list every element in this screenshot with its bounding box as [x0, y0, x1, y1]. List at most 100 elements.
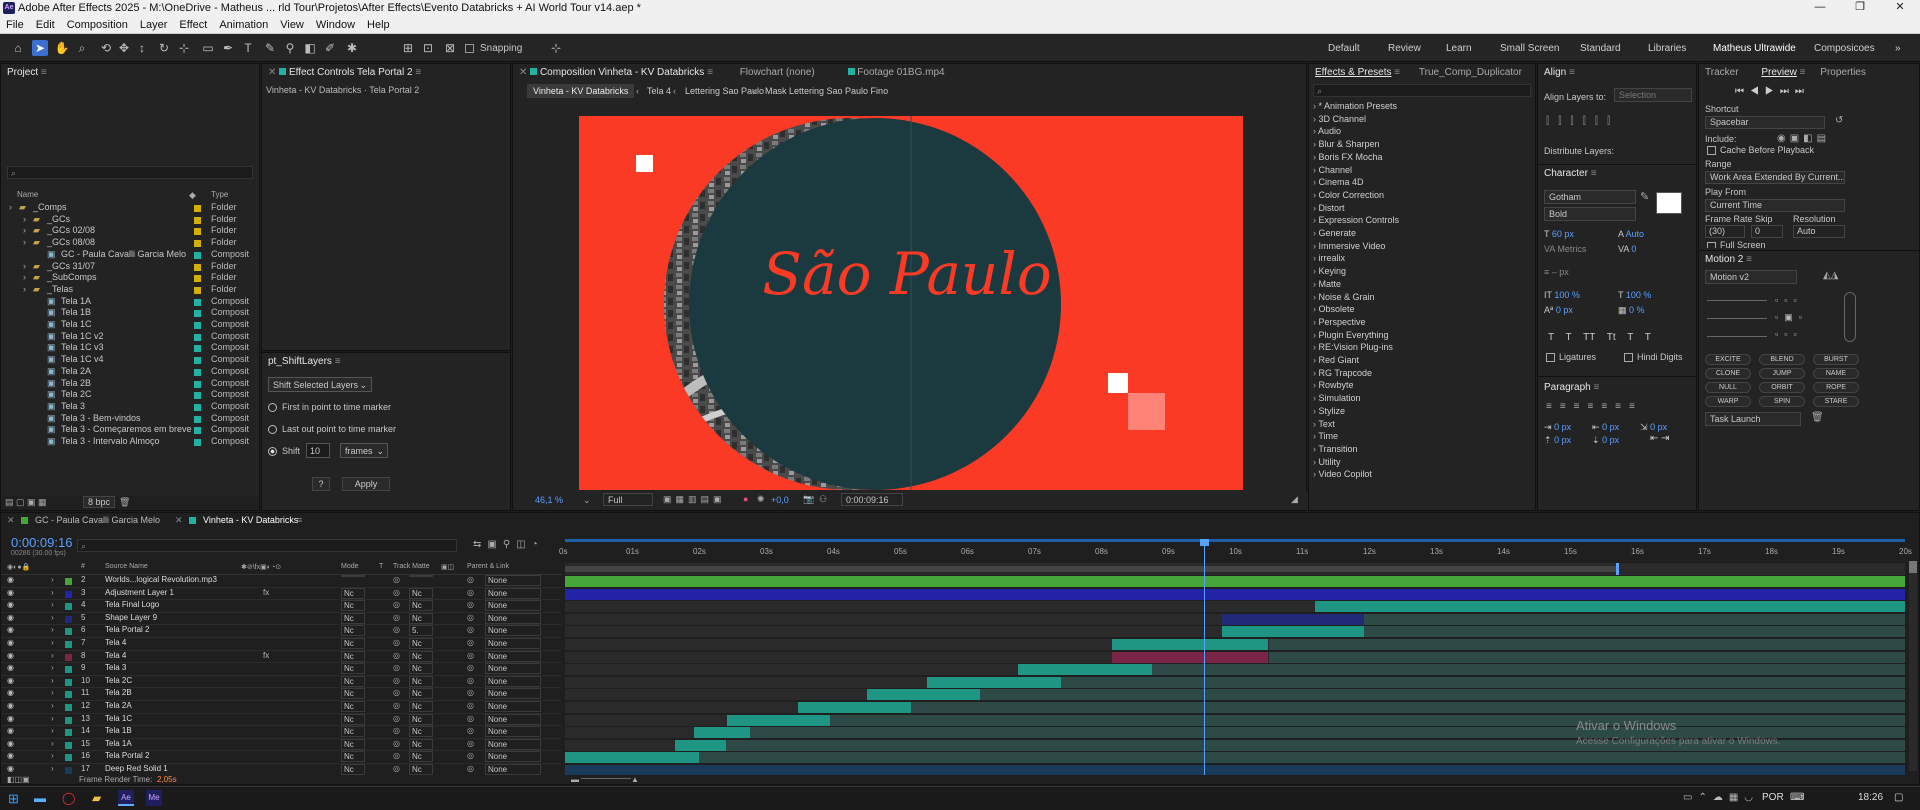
parent-pickwhip-icon[interactable]: ◎: [467, 701, 474, 710]
label-color-icon[interactable]: [194, 228, 201, 236]
tab-tracker[interactable]: Tracker: [1705, 67, 1739, 78]
layer-mode-dropdown[interactable]: Nc: [341, 675, 365, 687]
column-parent-link[interactable]: Parent & Link: [467, 563, 509, 570]
layer-label-color[interactable]: [65, 767, 72, 774]
visibility-eye-icon[interactable]: ◉: [7, 600, 14, 609]
breadcrumb-tela4[interactable]: Tela 4: [647, 86, 671, 96]
tab-composition[interactable]: Composition Vinheta - KV Databricks: [540, 67, 704, 78]
layer-label-color[interactable]: [65, 666, 72, 674]
shift-value-input[interactable]: 10: [306, 443, 330, 458]
close-tab-icon[interactable]: ✕: [175, 515, 183, 526]
label-color-icon[interactable]: [194, 263, 201, 271]
layer-mode-dropdown[interactable]: Nc: [341, 625, 365, 637]
layer-duration-bar[interactable]: [798, 702, 911, 713]
layer-row[interactable]: ◉ › 8 Tela 4 fx Nc ◎ Nc ◎ None: [1, 650, 561, 664]
workspace-composicoes[interactable]: Composicoes: [1814, 43, 1875, 54]
layer-mode-dropdown[interactable]: Nc: [341, 701, 365, 712]
task-launch-dropdown[interactable]: Task Launch: [1705, 412, 1801, 426]
mountain-graph-icon[interactable]: ◭◮: [1823, 270, 1838, 281]
layer-label-color[interactable]: [65, 603, 72, 611]
layer-row[interactable]: ◉ › 5 Shape Layer 9 Nc ◎ Nc ◎ None: [1, 612, 561, 626]
column-name-header[interactable]: Name: [17, 190, 38, 199]
column-number[interactable]: #: [81, 563, 85, 570]
label-color-icon[interactable]: [194, 427, 201, 435]
effect-category[interactable]: › RE:Vision Plug-ins: [1313, 342, 1393, 352]
workspace-small-screen[interactable]: Small Screen: [1500, 43, 1559, 54]
parent-pickwhip-icon[interactable]: ◎: [467, 764, 474, 773]
menu-effect[interactable]: Effect: [173, 17, 213, 33]
all-caps-button[interactable]: TT: [1583, 332, 1595, 343]
effect-category[interactable]: › Red Giant: [1313, 355, 1359, 365]
layer-track-matte-dropdown[interactable]: Nc: [409, 726, 433, 738]
menu-window[interactable]: Window: [310, 17, 361, 33]
panel-menu-icon[interactable]: ≡: [297, 515, 302, 525]
shift-mode-dropdown[interactable]: Shift Selected Layers ⌄: [268, 377, 372, 392]
prev-frame-icon[interactable]: ◀: [1750, 86, 1765, 97]
workspace-review[interactable]: Review: [1388, 43, 1421, 54]
character-title[interactable]: Character: [1544, 168, 1588, 179]
align-title[interactable]: Align: [1544, 67, 1566, 78]
effect-category[interactable]: › Perspective: [1313, 317, 1366, 327]
layer-parent-dropdown[interactable]: None: [485, 764, 541, 775]
layer-track-matte-dropdown[interactable]: Nc: [409, 675, 433, 687]
tab-true-comp-duplicator[interactable]: True_Comp_Duplicator: [1419, 67, 1522, 78]
eyedropper-icon[interactable]: ✎: [1640, 190, 1649, 203]
layer-row[interactable]: ◉ › 7 Tela 4 Nc ◎ Nc ◎ None: [1, 638, 561, 651]
effect-category[interactable]: › Video Copilot: [1313, 469, 1372, 479]
trash-icon[interactable]: 🗑: [1811, 412, 1824, 423]
layer-duration-bar[interactable]: [565, 765, 1905, 775]
small-caps-button[interactable]: Tt: [1607, 332, 1616, 343]
layer-track-matte-dropdown[interactable]: Nc: [409, 688, 433, 700]
desktop-app-icon[interactable]: ▬: [34, 791, 46, 805]
layer-duration-bar[interactable]: [565, 588, 1905, 600]
column-track-matte[interactable]: Track Matte: [393, 563, 430, 570]
label-color-icon[interactable]: [194, 286, 201, 294]
matte-pickwhip-icon[interactable]: ◎: [393, 714, 400, 723]
expand-arrow-icon[interactable]: ›: [9, 202, 12, 212]
expand-arrow-icon[interactable]: ›: [23, 214, 26, 224]
close-button[interactable]: ✕: [1880, 0, 1920, 17]
layer-mode-dropdown[interactable]: Nc: [341, 751, 365, 763]
effect-category[interactable]: › Expression Controls: [1313, 215, 1399, 225]
parent-pickwhip-icon[interactable]: ◎: [467, 638, 474, 647]
tab-properties[interactable]: Properties: [1820, 67, 1866, 78]
label-color-icon[interactable]: [194, 392, 201, 400]
axis-local-icon[interactable]: ⊞: [400, 40, 416, 56]
motion-null-button[interactable]: NULL: [1705, 382, 1751, 393]
layer-row[interactable]: ◉ › 10 Tela 2C Nc ◎ Nc ◎ None: [1, 675, 561, 689]
layer-parent-dropdown[interactable]: None: [485, 612, 541, 624]
layer-duration-bar[interactable]: [1111, 651, 1269, 663]
frame-rate-dropdown[interactable]: (30): [1705, 225, 1745, 238]
layer-parent-dropdown[interactable]: None: [485, 738, 541, 750]
layer-switches-icon[interactable]: ✱⊘\fx▣◐◔⊙: [241, 563, 281, 571]
layer-row[interactable]: ◉ › 15 Tela 1A Nc ◎ Nc ◎ None: [1, 738, 561, 752]
label-color-icon[interactable]: [194, 333, 201, 341]
effect-category[interactable]: › Obsolete: [1313, 304, 1355, 314]
faux-bold-button[interactable]: T: [1548, 332, 1554, 343]
pen-tool-icon[interactable]: ✒: [220, 40, 236, 56]
label-color-icon[interactable]: [194, 439, 201, 446]
effect-category[interactable]: › Transition: [1313, 444, 1358, 454]
twirl-arrow-icon[interactable]: ›: [51, 663, 54, 672]
layer-duration-bar[interactable]: [565, 752, 699, 764]
effect-category[interactable]: › Audio: [1313, 126, 1341, 136]
motion-rope-button[interactable]: ROPE: [1813, 382, 1859, 393]
puppet-tool-icon[interactable]: ✱: [344, 40, 360, 56]
menu-file[interactable]: File: [0, 17, 30, 33]
matte-pickwhip-icon[interactable]: ◎: [393, 739, 400, 748]
pan-camera-icon[interactable]: ✥: [116, 40, 132, 56]
label-color-icon[interactable]: [194, 415, 201, 423]
layer-parent-dropdown[interactable]: None: [485, 600, 541, 612]
motion-burst-button[interactable]: BURST: [1813, 354, 1859, 365]
rectangle-tool-icon[interactable]: ▭: [200, 40, 216, 56]
font-style-dropdown[interactable]: Bold: [1544, 207, 1636, 221]
menu-animation[interactable]: Animation: [213, 17, 274, 33]
layer-mode-dropdown[interactable]: Nc: [341, 600, 365, 612]
indent-first-value[interactable]: 0 px: [1650, 422, 1667, 432]
font-size-value[interactable]: 60 px: [1552, 229, 1574, 239]
tab-effects-presets[interactable]: Effects & Presets: [1315, 67, 1392, 78]
zoom-tool-icon[interactable]: ⌕: [74, 40, 90, 56]
visibility-eye-icon[interactable]: ◉: [7, 751, 14, 760]
project-item[interactable]: ▣ Tela 3 - Intervalo Almoço Composit: [1, 436, 251, 449]
first-in-radio[interactable]: [268, 403, 277, 412]
